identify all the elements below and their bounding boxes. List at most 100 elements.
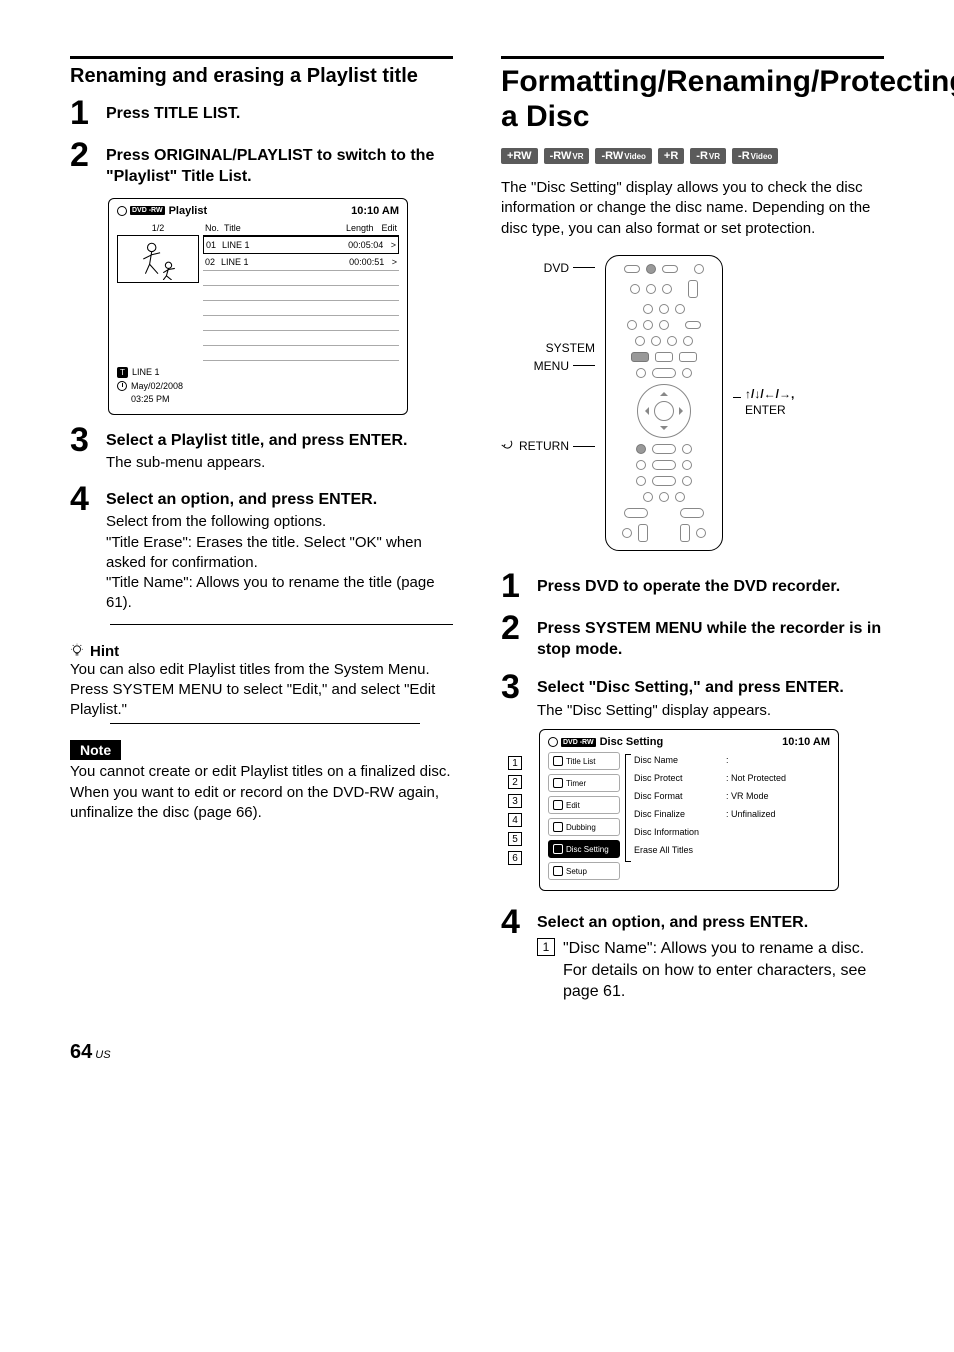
- disc-setting-icon: [553, 844, 563, 854]
- r-step-4-title: Select an option, and press ENTER.: [537, 913, 884, 934]
- hint-text: You can also edit Playlist titles from t…: [70, 660, 453, 721]
- setting-row: Disc Finalize: Unfinalized: [626, 806, 830, 822]
- r-step-3-title: Select "Disc Setting," and press ENTER.: [537, 678, 884, 699]
- list-row: [203, 271, 399, 286]
- foot-date: May/02/2008: [131, 381, 183, 391]
- label-nav: ↑/↓/←/→,: [733, 387, 794, 401]
- dpad-icon: [637, 384, 691, 438]
- step-number: 1: [501, 569, 523, 603]
- callout-1: 1: [508, 756, 522, 770]
- rule: [501, 56, 884, 59]
- r-step-2: 2 Press SYSTEM MENU while the recorder i…: [501, 611, 884, 663]
- r-step-3-desc: The "Disc Setting" display appears.: [537, 701, 884, 721]
- disc-setting-screen: 1 2 3 4 5 6 DVD -RW Disc Setting 10:10 A…: [539, 729, 839, 891]
- r-step-1: 1 Press DVD to operate the DVD recorder.: [501, 569, 884, 603]
- playlist-screen: DVD -RW Playlist 10:10 AM 1/2: [108, 198, 408, 415]
- step-number: 4: [70, 482, 92, 516]
- rule: [70, 56, 453, 59]
- timer-icon: [553, 778, 563, 788]
- col-length: Length: [346, 223, 374, 233]
- screen-title: Disc Setting: [600, 736, 664, 748]
- clock-icon: [117, 381, 127, 391]
- step-4-desc: "Title Erase": Erases the title. Select …: [106, 533, 453, 574]
- setting-row: Erase All Titles: [626, 842, 830, 858]
- r-step-1-title: Press DVD to operate the DVD recorder.: [537, 577, 884, 598]
- label-enter: ENTER: [733, 403, 794, 417]
- disc-tag: +RW: [501, 148, 538, 164]
- step-3: 3 Select a Playlist title, and press ENT…: [70, 423, 453, 474]
- setting-row: Disc Format: VR Mode: [626, 788, 830, 804]
- page-lang: US: [95, 1049, 110, 1061]
- title-list-icon: [553, 756, 563, 766]
- disc-icon: DVD -RW: [117, 206, 165, 216]
- step-number: 3: [70, 423, 92, 457]
- col-title: Title: [224, 223, 241, 233]
- return-icon: [501, 439, 515, 454]
- step-2-title: Press ORIGINAL/PLAYLIST to switch to the…: [106, 146, 453, 188]
- step-number: 2: [70, 138, 92, 172]
- disc-tag: -RWVideo: [595, 148, 651, 164]
- step-4-desc: Select from the following options.: [106, 512, 453, 532]
- setup-icon: [553, 866, 563, 876]
- menu-item: Setup: [548, 862, 620, 880]
- label-dvd: DVD: [544, 261, 595, 275]
- step-3-title: Select a Playlist title, and press ENTER…: [106, 431, 453, 452]
- note-text: You cannot create or edit Playlist title…: [70, 762, 453, 823]
- right-heading: Formatting/Renaming/Protecting a Disc: [501, 65, 884, 134]
- list-row: [203, 331, 399, 346]
- screen-title: Playlist: [169, 205, 208, 217]
- edit-icon: [553, 800, 563, 810]
- enum-1-text-b: For details on how to enter characters, …: [563, 960, 884, 1003]
- callout-5: 5: [508, 832, 522, 846]
- setting-row: Disc Information: [626, 824, 830, 840]
- menu-item: Timer: [548, 774, 620, 792]
- disc-tag: -RVR: [690, 148, 726, 164]
- dubbing-icon: [553, 822, 563, 832]
- enum-1-text-a: "Disc Name": Allows you to rename a disc…: [563, 938, 884, 960]
- step-4-title: Select an option, and press ENTER.: [106, 490, 453, 511]
- list-row: [203, 316, 399, 331]
- screen-clock: 10:10 AM: [351, 205, 399, 217]
- step-4: 4 Select an option, and press ENTER. Sel…: [70, 482, 453, 614]
- callout-3: 3: [508, 794, 522, 808]
- remote-diagram: DVD SYSTEM MENU RETURN: [501, 255, 884, 551]
- callout-4: 4: [508, 813, 522, 827]
- step-number: 1: [70, 96, 92, 130]
- menu-item: Title List: [548, 752, 620, 770]
- col-no: No.: [205, 223, 219, 233]
- r-step-2-title: Press SYSTEM MENU while the recorder is …: [537, 619, 884, 661]
- title-icon: T: [117, 367, 128, 378]
- r-step-4: 4 Select an option, and press ENTER. 1 "…: [501, 905, 884, 1003]
- hint-title: Hint: [90, 643, 119, 660]
- menu-item: Edit: [548, 796, 620, 814]
- list-row: 02LINE 1 00:00:51 >: [203, 254, 399, 271]
- label-return: RETURN: [501, 439, 595, 454]
- setting-row: Disc Protect: Not Protected: [626, 770, 830, 786]
- list-row: [203, 301, 399, 316]
- step-number: 4: [501, 905, 523, 939]
- right-column: Formatting/Renaming/Protecting a Disc +R…: [501, 56, 884, 1011]
- step-2: 2 Press ORIGINAL/PLAYLIST to switch to t…: [70, 138, 453, 190]
- thumb-count: 1/2: [117, 221, 199, 235]
- list-row: 01LINE 1 00:05:04 >: [203, 236, 399, 254]
- disc-tag: +R: [658, 148, 684, 164]
- disc-tag: -RVideo: [732, 148, 778, 164]
- step-1-title: Press TITLE LIST.: [106, 104, 453, 125]
- step-3-desc: The sub-menu appears.: [106, 453, 453, 473]
- left-heading: Renaming and erasing a Playlist title: [70, 65, 453, 88]
- step-number: 3: [501, 670, 523, 704]
- page-number: 64: [70, 1041, 92, 1064]
- enum-box-1: 1: [537, 938, 555, 956]
- disc-tags: +RW -RWVR -RWVideo +R -RVR -RVideo: [501, 148, 884, 164]
- disc-tag: -RWVR: [544, 148, 590, 164]
- hint-header: Hint: [70, 643, 453, 660]
- setting-row: Disc Name:: [626, 752, 830, 768]
- r-step-3: 3 Select "Disc Setting," and press ENTER…: [501, 670, 884, 721]
- step-1: 1 Press TITLE LIST.: [70, 96, 453, 130]
- left-column: Renaming and erasing a Playlist title 1 …: [70, 56, 453, 1011]
- bulb-icon: [70, 643, 84, 660]
- label-system-menu: SYSTEM MENU: [534, 341, 595, 373]
- remote-body: [605, 255, 723, 551]
- thumbnail: [117, 235, 199, 283]
- list-row: [203, 346, 399, 361]
